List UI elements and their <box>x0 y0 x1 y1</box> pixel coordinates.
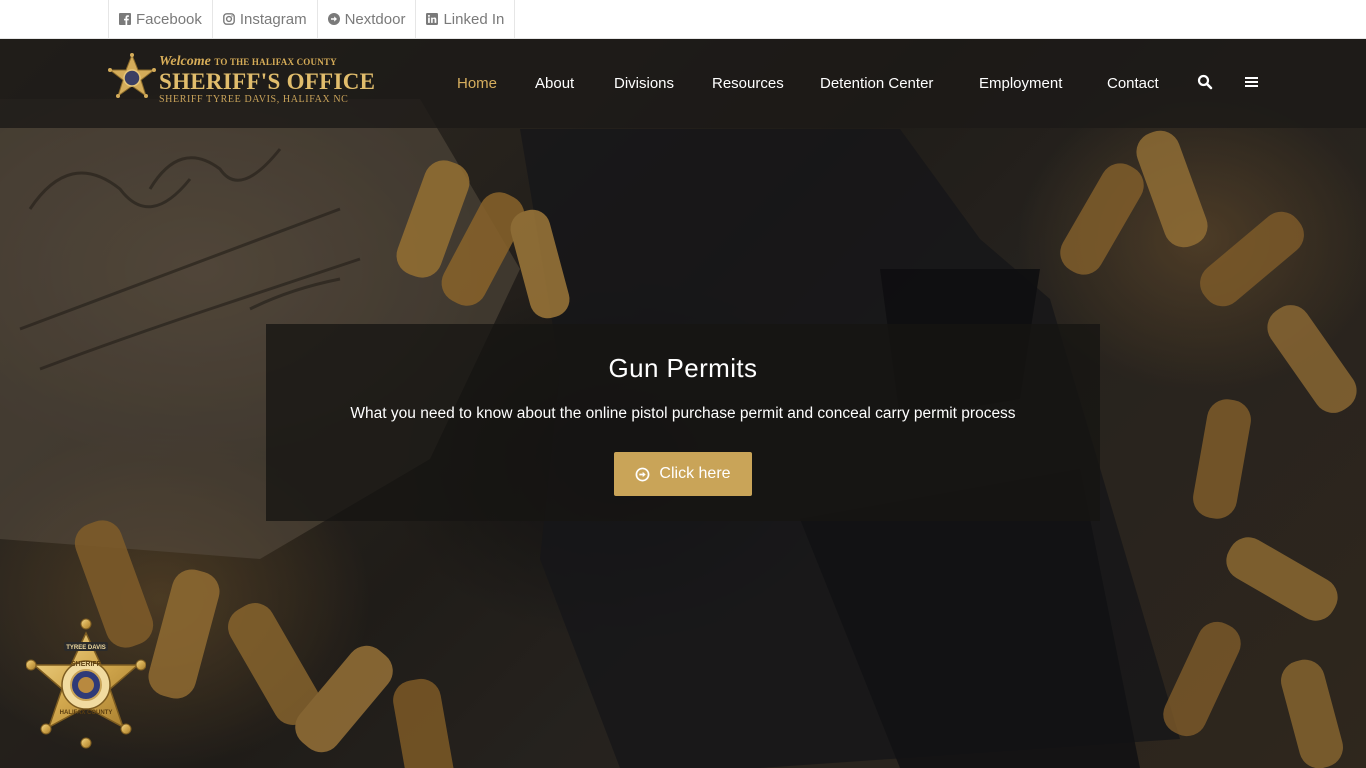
nav-item-home[interactable]: Home <box>457 75 497 92</box>
sheriff-star-badge[interactable]: TYREE DAVIS SHERIFF HALIFAX COUNTY <box>26 615 146 753</box>
nav-item-contact[interactable]: Contact <box>1107 75 1159 92</box>
arrow-circle-right-icon <box>635 467 650 481</box>
badge-bottom-text: HALIFAX COUNTY <box>60 710 113 716</box>
hero-description: What you need to know about the online p… <box>350 405 1016 422</box>
badge-center-text: SHERIFF <box>71 661 102 668</box>
hero-caption: Gun Permits What you need to know about … <box>266 324 1100 521</box>
hero-title: Gun Permits <box>608 353 758 383</box>
nav-item-resources[interactable]: Resources <box>712 75 784 92</box>
click-here-label: Click here <box>659 465 731 482</box>
nav-item-about[interactable]: About <box>535 75 574 92</box>
badge-top-text: TYREE DAVIS <box>66 645 106 651</box>
click-here-button[interactable]: Click here <box>614 452 752 496</box>
nav-item-divisions[interactable]: Divisions <box>614 75 674 92</box>
search-icon[interactable] <box>1197 74 1213 90</box>
hamburger-menu-icon[interactable] <box>1244 74 1260 90</box>
main-nav: Home About Divisions Resources Detention… <box>0 0 1366 92</box>
nav-item-employment[interactable]: Employment <box>979 75 1062 92</box>
nav-item-detention-center[interactable]: Detention Center <box>820 75 933 92</box>
logo-subtitle: SHERIFF TYREE DAVIS, HALIFAX NC <box>159 94 349 105</box>
